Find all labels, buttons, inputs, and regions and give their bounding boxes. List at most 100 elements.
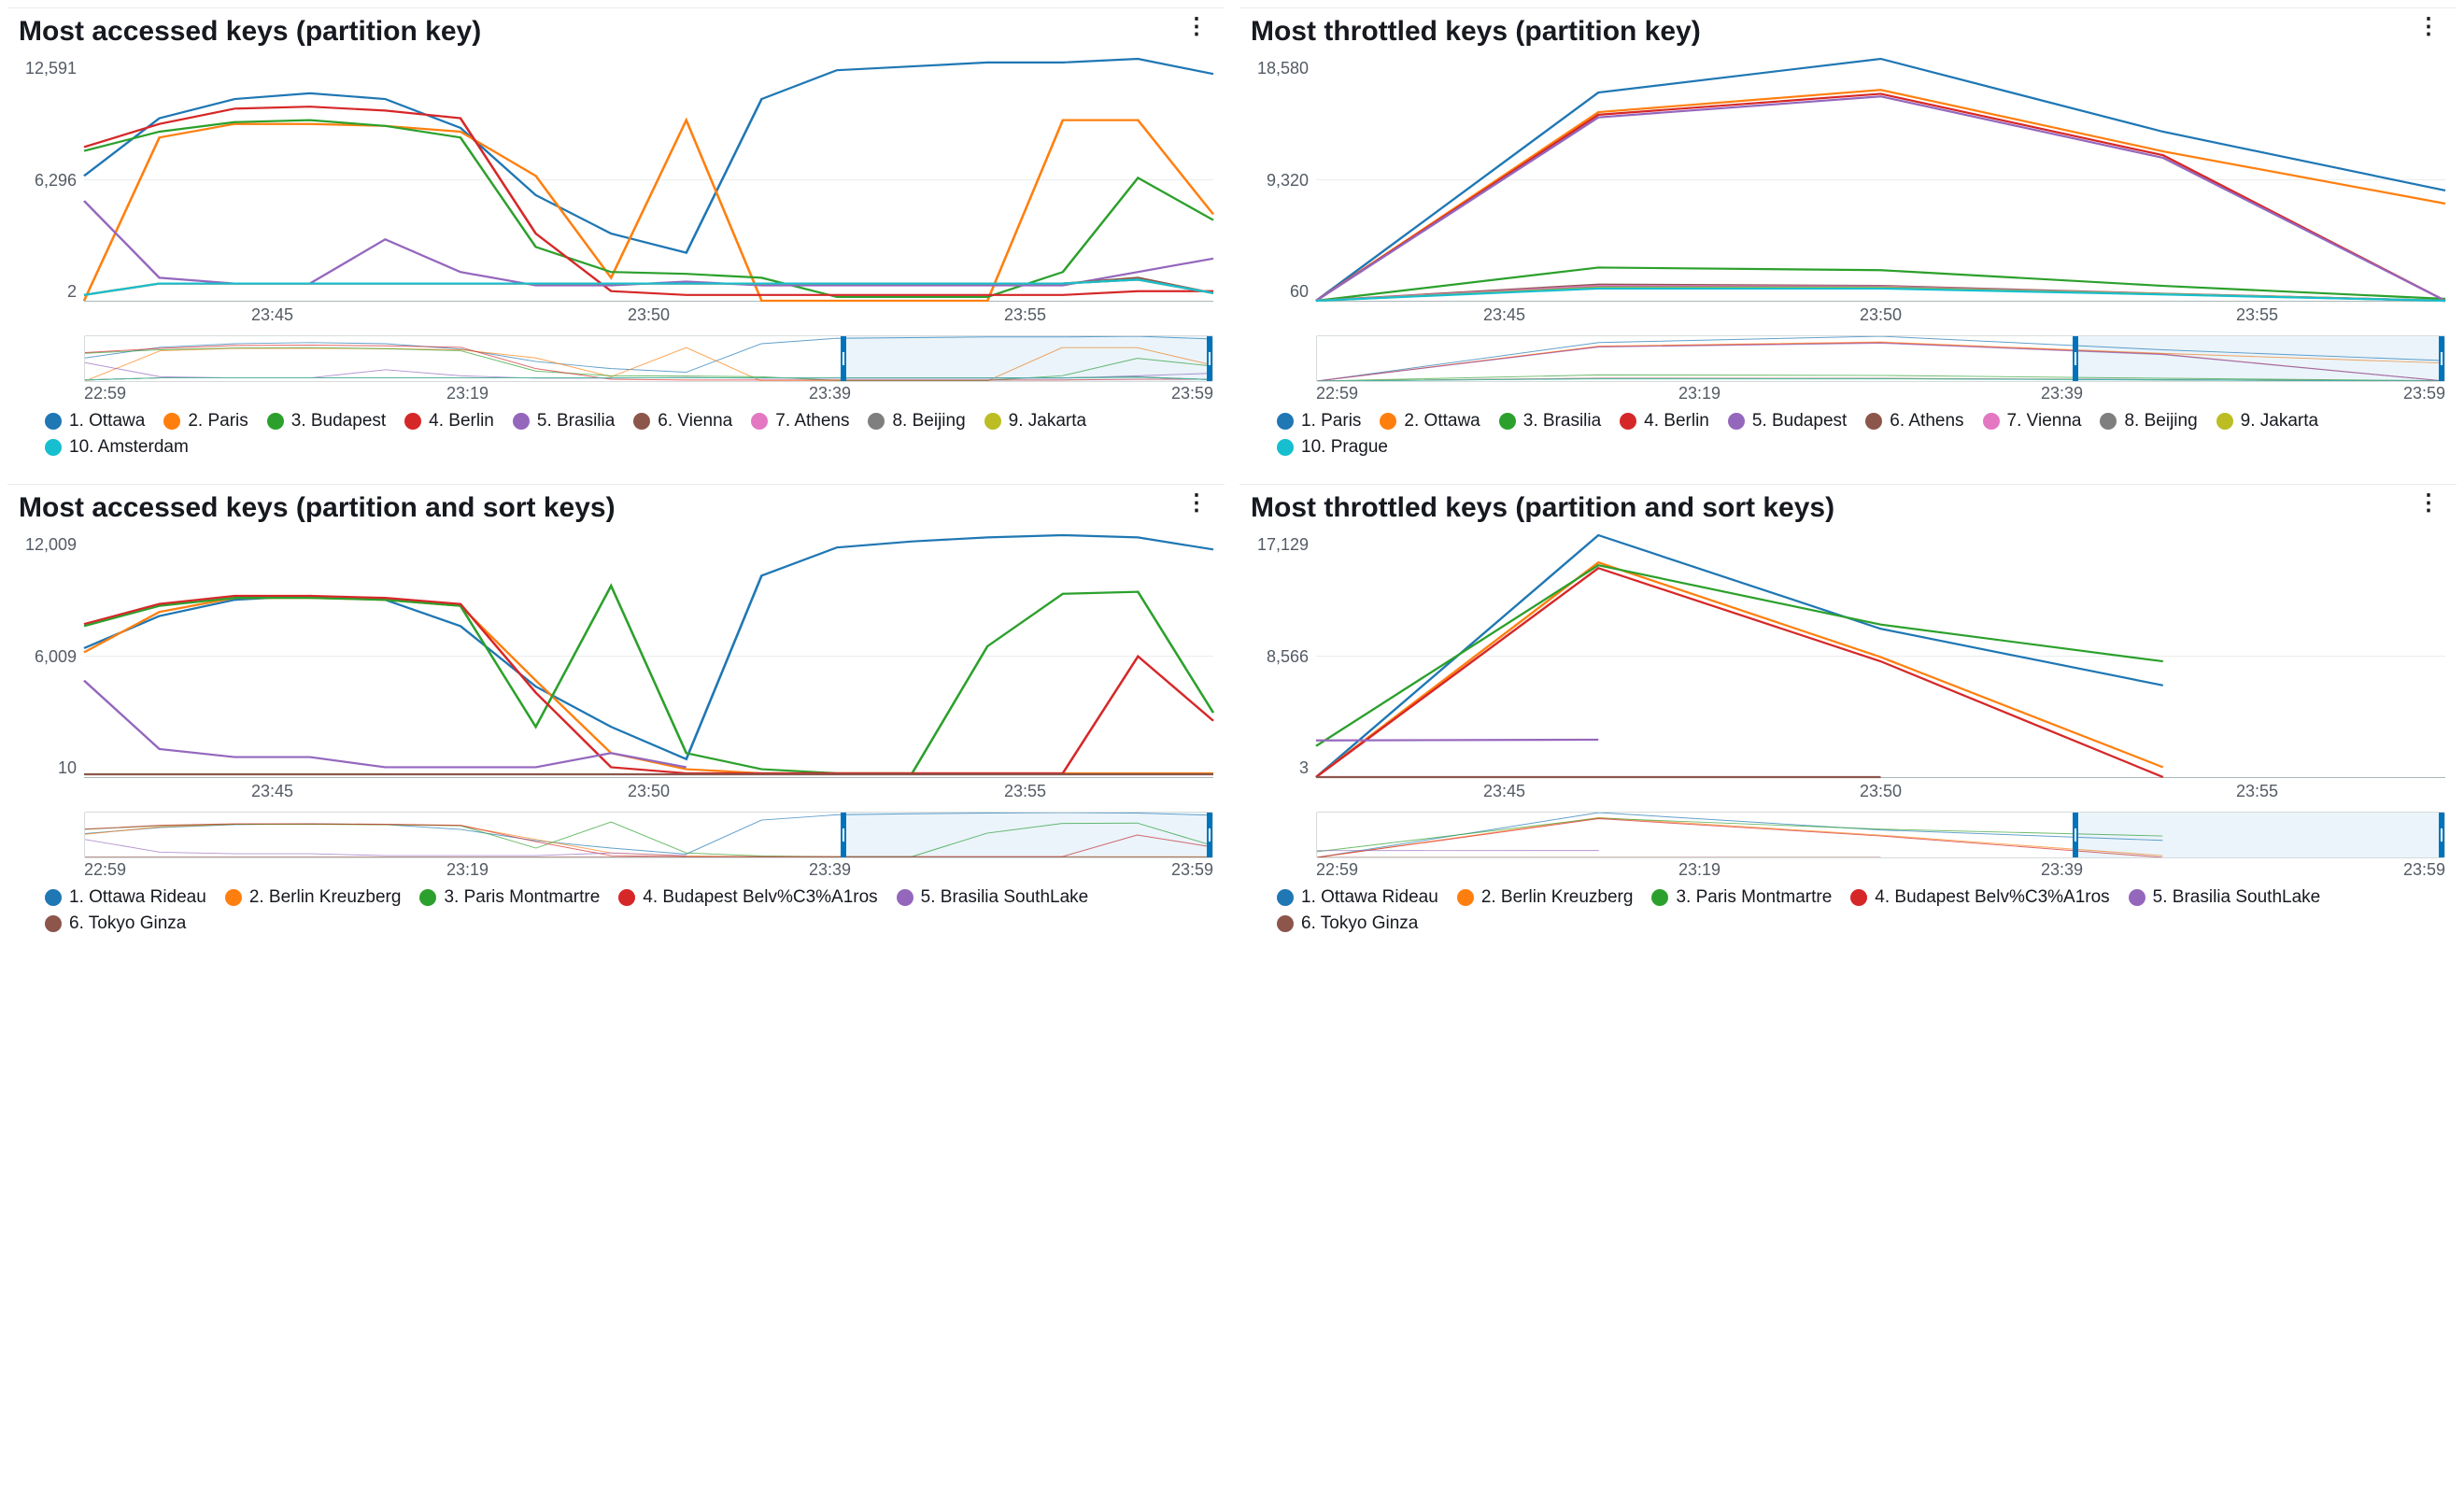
overview-strip[interactable] [84,335,1213,382]
overview-tick: 23:19 [1678,860,1721,880]
overview-tick: 23:19 [1678,384,1721,403]
legend-item[interactable]: 4. Budapest Belv%C3%A1ros [618,887,877,908]
legend-label: 10. Amsterdam [69,437,189,458]
legend-item[interactable]: 3. Budapest [267,411,386,432]
overview-tick: 23:39 [809,384,851,403]
plot[interactable] [84,59,1213,302]
y-axis: 18,5809,32060 [1251,59,1316,302]
overview-brush-handle[interactable] [841,813,1212,857]
legend-item[interactable]: 3. Paris Montmartre [1651,887,1832,908]
legend-label: 2. Berlin Kreuzberg [1481,887,1634,908]
legend-item[interactable]: 1. Ottawa [45,411,145,432]
overview-tick: 23:39 [809,860,851,880]
overview-strip[interactable] [1316,812,2445,858]
x-tick: 23:50 [628,782,670,806]
legend-item[interactable]: 3. Brasilia [1499,411,1601,432]
legend-swatch-icon [1728,413,1745,430]
legend-label: 5. Brasilia SouthLake [921,887,1089,908]
legend-label: 1. Ottawa Rideau [1301,887,1438,908]
kebab-menu-icon[interactable]: ⋮ [1180,16,1213,38]
legend-swatch-icon [1651,889,1668,906]
legend-item[interactable]: 9. Jakarta [984,411,1086,432]
legend-swatch-icon [1277,413,1294,430]
legend-item[interactable]: 9. Jakarta [2216,411,2318,432]
x-axis: 23:4523:5023:55 [84,305,1213,330]
legend-label: 6. Tokyo Ginza [1301,913,1418,934]
legend-swatch-icon [751,413,768,430]
legend-label: 2. Ottawa [1404,411,1480,432]
x-axis: 23:4523:5023:55 [84,782,1213,806]
legend-item[interactable]: 5. Brasilia SouthLake [2129,887,2321,908]
legend-item[interactable]: 2. Berlin Kreuzberg [1457,887,1634,908]
legend-item[interactable]: 4. Berlin [404,411,494,432]
legend-item[interactable]: 6. Athens [1865,411,1963,432]
legend-swatch-icon [618,889,635,906]
legend-item[interactable]: 5. Brasilia [513,411,615,432]
legend-item[interactable]: 3. Paris Montmartre [419,887,600,908]
legend-label: 1. Ottawa Rideau [69,887,206,908]
legend-swatch-icon [1277,915,1294,932]
plot[interactable] [84,535,1213,778]
legend-label: 4. Berlin [429,411,494,432]
legend-item[interactable]: 6. Tokyo Ginza [45,913,186,934]
legend-item[interactable]: 5. Budapest [1728,411,1847,432]
legend-swatch-icon [404,413,421,430]
legend-label: 2. Paris [188,411,248,432]
x-axis: 23:4523:5023:55 [1316,305,2445,330]
legend-label: 5. Budapest [1752,411,1847,432]
legend-swatch-icon [267,413,284,430]
legend-label: 8. Beijing [892,411,965,432]
legend-item[interactable]: 1. Ottawa Rideau [45,887,206,908]
kebab-menu-icon[interactable]: ⋮ [2412,492,2445,515]
y-tick: 10 [58,758,77,778]
legend-item[interactable]: 2. Berlin Kreuzberg [225,887,402,908]
legend-item[interactable]: 1. Paris [1277,411,1361,432]
legend-swatch-icon [2129,889,2145,906]
legend-item[interactable]: 4. Berlin [1620,411,1709,432]
kebab-menu-icon[interactable]: ⋮ [1180,492,1213,515]
legend-label: 5. Brasilia [537,411,615,432]
x-tick: 23:55 [1004,782,1046,806]
legend-item[interactable]: 7. Athens [751,411,849,432]
legend-item[interactable]: 6. Vienna [633,411,732,432]
overview-brush-handle[interactable] [2073,813,2444,857]
plot[interactable] [1316,59,2445,302]
legend-item[interactable]: 6. Tokyo Ginza [1277,913,1418,934]
overview-strip[interactable] [84,812,1213,858]
legend-item[interactable]: 4. Budapest Belv%C3%A1ros [1850,887,2109,908]
legend-label: 6. Vienna [658,411,732,432]
legend-item[interactable]: 1. Ottawa Rideau [1277,887,1438,908]
kebab-menu-icon[interactable]: ⋮ [2412,16,2445,38]
legend-label: 3. Brasilia [1523,411,1601,432]
y-tick: 17,129 [1257,535,1309,555]
legend-item[interactable]: 8. Beijing [868,411,965,432]
y-tick: 8,566 [1267,647,1309,667]
x-tick: 23:50 [628,305,670,330]
x-axis: 23:4523:5023:55 [1316,782,2445,806]
panel-throttled-pksk: Most throttled keys (partition and sort … [1239,484,2457,945]
legend-label: 10. Prague [1301,437,1388,458]
panel-title: Most throttled keys (partition key) [1251,16,1701,48]
legend-item[interactable]: 10. Prague [1277,437,1388,458]
overview-brush-handle[interactable] [2073,336,2444,381]
y-tick: 18,580 [1257,59,1309,78]
plot[interactable] [1316,535,2445,778]
legend-swatch-icon [1620,413,1636,430]
legend-swatch-icon [1499,413,1516,430]
legend-swatch-icon [1457,889,1474,906]
overview-brush-handle[interactable] [841,336,1212,381]
legend-item[interactable]: 2. Ottawa [1380,411,1480,432]
y-tick: 12,591 [25,59,77,78]
legend-item[interactable]: 2. Paris [163,411,248,432]
legend-item[interactable]: 8. Beijing [2100,411,2197,432]
overview-strip[interactable] [1316,335,2445,382]
legend-swatch-icon [2216,413,2233,430]
legend-item[interactable]: 7. Vienna [1983,411,2082,432]
legend-swatch-icon [1380,413,1396,430]
legend-item[interactable]: 5. Brasilia SouthLake [897,887,1089,908]
legend-label: 8. Beijing [2124,411,2197,432]
panel-title: Most accessed keys (partition key) [19,16,481,48]
panel-accessed-pk: Most accessed keys (partition key) ⋮ 12,59… [7,7,1225,469]
chart-area: 12,5916,296223:4523:5023:55 [19,59,1213,330]
legend-item[interactable]: 10. Amsterdam [45,437,189,458]
